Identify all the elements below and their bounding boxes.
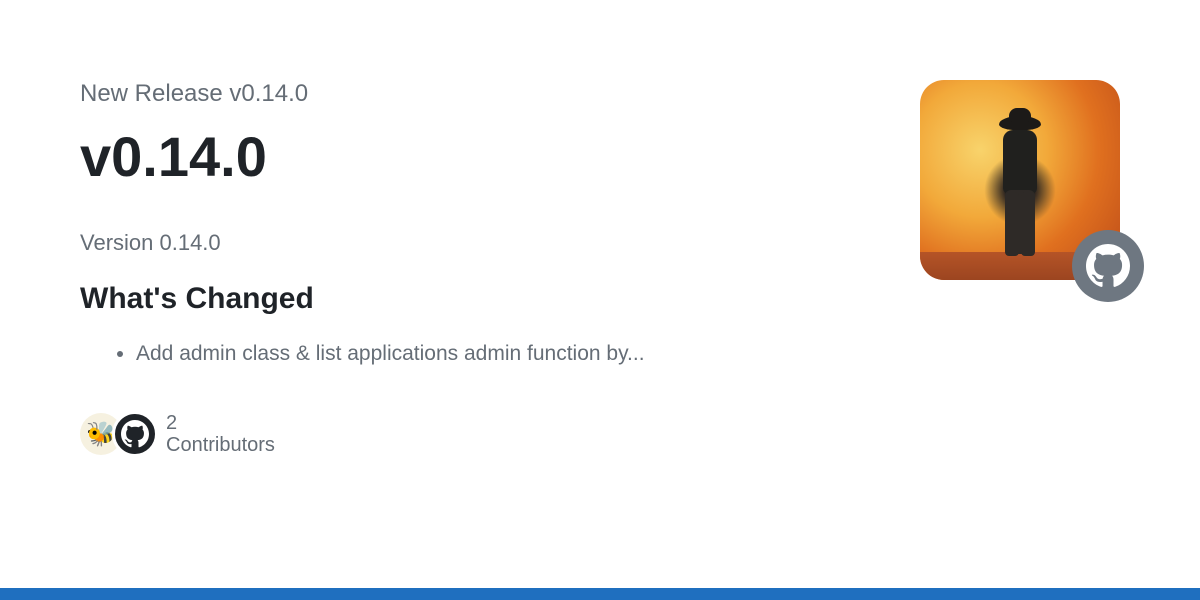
contributors-label: Contributors: [166, 434, 275, 456]
contributor-avatar-2: [112, 411, 158, 457]
accent-bar: [0, 588, 1200, 600]
github-badge: [1072, 230, 1144, 302]
version-line: Version 0.14.0: [80, 230, 860, 256]
release-title: v0.14.0: [80, 126, 860, 188]
github-icon: [1086, 244, 1130, 288]
contributors-row: 🐝 2 Contributors: [80, 411, 860, 457]
changes-list: Add admin class & list applications admi…: [136, 338, 860, 370]
release-hero: [920, 80, 1120, 280]
whats-changed-heading: What's Changed: [80, 282, 860, 316]
contributor-avatars: 🐝: [80, 411, 148, 457]
contributors-count: 2: [166, 412, 275, 434]
contributors-text: 2 Contributors: [166, 412, 275, 456]
release-main: New Release v0.14.0 v0.14.0 Version 0.14…: [80, 80, 860, 457]
change-item: Add admin class & list applications admi…: [136, 338, 860, 370]
pre-title: New Release v0.14.0: [80, 80, 860, 108]
github-icon: [121, 420, 149, 448]
